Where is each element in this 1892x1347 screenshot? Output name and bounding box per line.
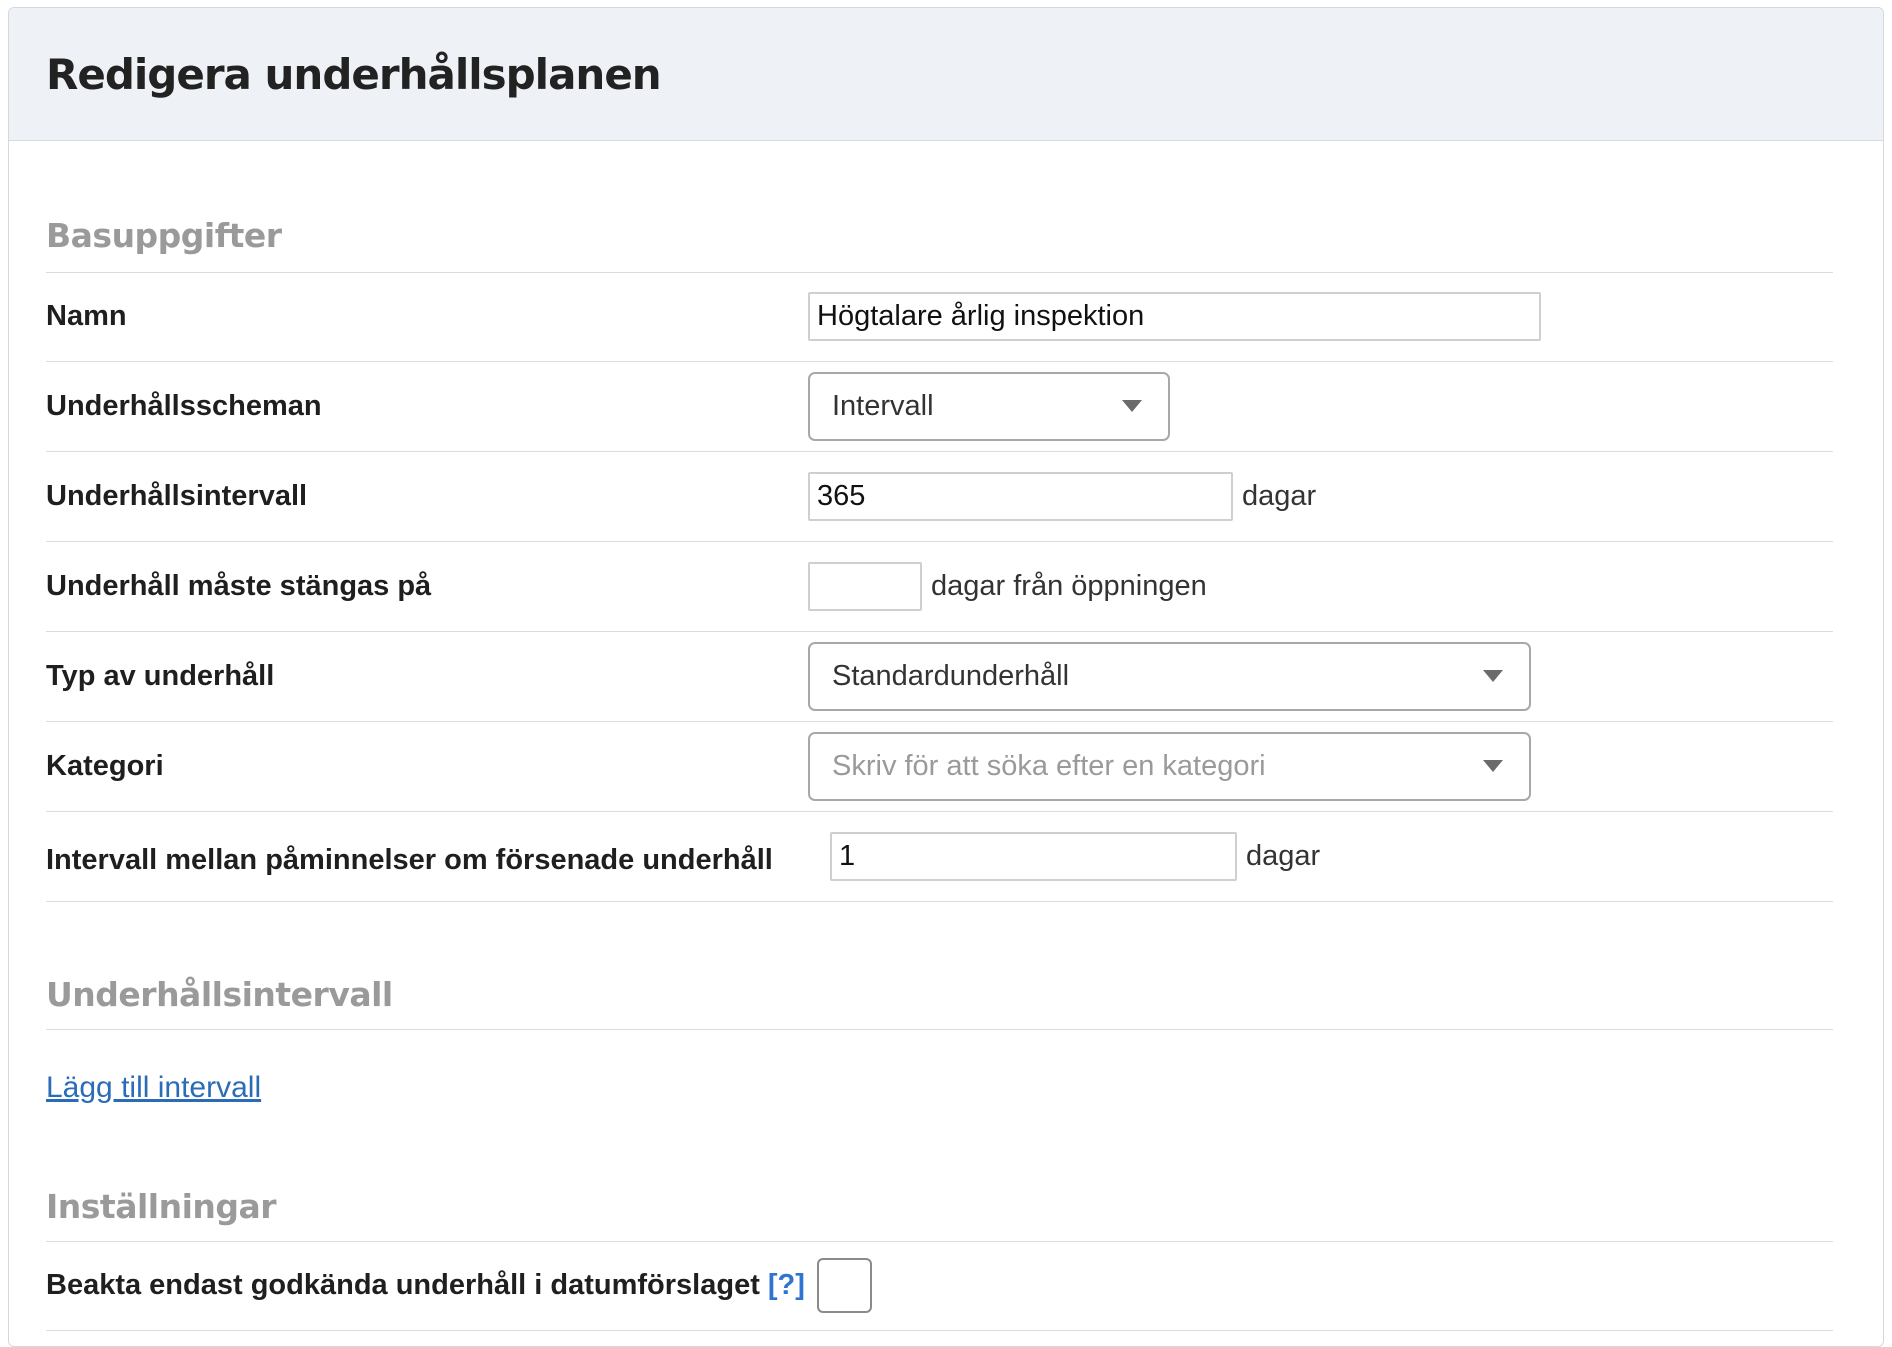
category-label: Kategori xyxy=(46,750,164,782)
name-control xyxy=(808,272,1541,361)
chevron-down-icon xyxy=(1483,760,1503,772)
type-select-value: Standardunderhåll xyxy=(832,660,1070,692)
form-row-reminder: Intervall mellan påminnelser om försenad… xyxy=(46,812,1833,902)
interval-label: Underhållsintervall xyxy=(46,480,308,512)
form-row-interval: Underhållsintervall dagar xyxy=(46,452,1833,542)
interval-unit: dagar xyxy=(1242,480,1317,512)
reminder-input[interactable] xyxy=(830,832,1237,881)
form-row-close-after: Underhåll måste stängas på dagar från öp… xyxy=(46,542,1833,632)
schedule-label: Underhållsscheman xyxy=(46,390,322,422)
type-label: Typ av underhåll xyxy=(46,660,275,692)
interval-control: dagar xyxy=(808,452,1316,541)
approved-only-label: Beakta endast godkända underhåll i datum… xyxy=(46,1269,760,1301)
form-row-name: Namn xyxy=(46,272,1833,362)
category-select[interactable]: Skriv för att söka efter en kategori xyxy=(808,732,1531,801)
section-heading-settings: Inställningar xyxy=(46,1187,277,1226)
page-title: Redigera underhållsplanen xyxy=(46,49,662,99)
schedule-select[interactable]: Intervall xyxy=(808,372,1170,441)
form-row-category: Kategori Skriv för att söka efter en kat… xyxy=(46,722,1833,812)
type-select[interactable]: Standardunderhåll xyxy=(808,642,1531,711)
schedule-control: Intervall xyxy=(808,362,1170,451)
approved-only-row: Beakta endast godkända underhåll i datum… xyxy=(46,1241,872,1330)
form-row-approved-only: Beakta endast godkända underhåll i datum… xyxy=(46,1241,1833,1331)
help-link[interactable]: [?] xyxy=(768,1269,805,1302)
close-after-input[interactable] xyxy=(808,562,922,611)
close-after-label: Underhåll måste stängas på xyxy=(46,570,432,602)
interval-input[interactable] xyxy=(808,472,1233,521)
close-after-control: dagar från öppningen xyxy=(808,542,1207,631)
category-control: Skriv för att söka efter en kategori xyxy=(808,722,1531,811)
approved-only-checkbox[interactable] xyxy=(816,1258,872,1313)
close-after-unit: dagar från öppningen xyxy=(931,570,1207,602)
type-control: Standardunderhåll xyxy=(808,632,1531,721)
panel-header: Redigera underhållsplanen xyxy=(9,8,1883,141)
chevron-down-icon xyxy=(1122,400,1142,412)
chevron-down-icon xyxy=(1483,670,1503,682)
divider xyxy=(46,1029,1833,1030)
schedule-select-value: Intervall xyxy=(832,390,934,422)
category-placeholder: Skriv för att söka efter en kategori xyxy=(832,750,1266,782)
form-row-schedule: Underhållsscheman Intervall xyxy=(46,362,1833,452)
section-heading-basic: Basuppgifter xyxy=(46,216,282,255)
reminder-unit: dagar xyxy=(1246,840,1321,872)
reminder-control: dagar xyxy=(830,812,1320,901)
add-interval-link[interactable]: Lägg till intervall xyxy=(46,1071,261,1105)
name-input[interactable] xyxy=(808,292,1541,341)
name-label: Namn xyxy=(46,300,127,332)
section-heading-intervals: Underhållsintervall xyxy=(46,975,393,1014)
form-row-type: Typ av underhåll Standardunderhåll xyxy=(46,632,1833,722)
reminder-label: Intervall mellan påminnelser om försenad… xyxy=(46,844,773,876)
